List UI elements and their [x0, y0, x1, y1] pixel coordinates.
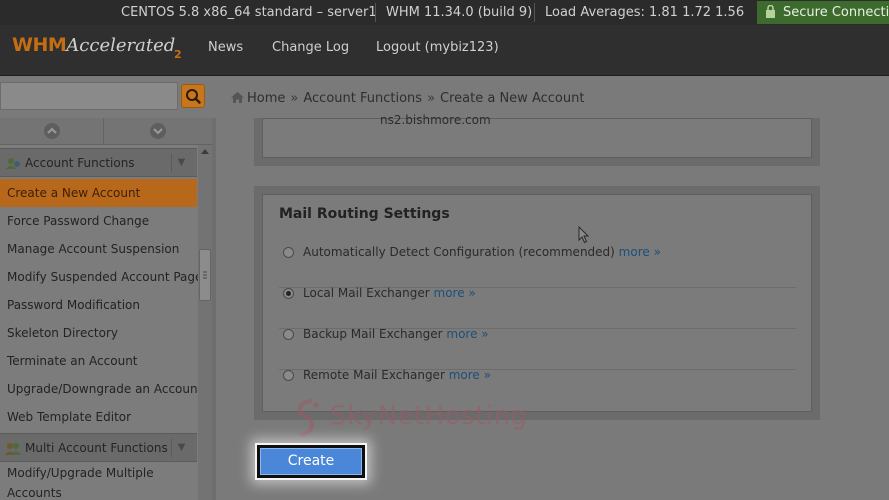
- sidebar-scroll-controls: [0, 118, 212, 145]
- mouse-cursor-icon: [578, 226, 590, 244]
- sidebar-section-label: Account Functions: [25, 156, 135, 170]
- sidebar-item-skeleton-directory[interactable]: Skeleton Directory: [0, 319, 197, 347]
- mail-option-label: Local Mail Exchanger: [303, 286, 430, 300]
- watermark-text: SkyNetHosting: [330, 401, 528, 431]
- breadcrumb-account-functions-link[interactable]: Account Functions: [303, 91, 422, 106]
- breadcrumb-separator: »: [427, 91, 436, 106]
- sidebar-section-account-functions[interactable]: Account Functions ▼: [0, 148, 197, 177]
- sidebar-section-multi-account-functions[interactable]: Multi Account Functions ▼: [0, 433, 197, 462]
- sidebar-scroll-down-button[interactable]: [105, 118, 212, 145]
- sidebar-scrollbar[interactable]: [198, 145, 212, 500]
- sidebar-item-upgrade-downgrade-account[interactable]: Upgrade/Downgrade an Account: [0, 375, 202, 403]
- chevron-up-icon: [44, 123, 60, 139]
- divider: [375, 3, 376, 22]
- divider: [534, 3, 535, 22]
- watermark: SkyNetHosting: [290, 397, 527, 439]
- mail-option-backup[interactable]: Backup Mail Exchanger more »: [279, 327, 796, 370]
- sidebar-item-modify-upgrade-multiple[interactable]: Modify/Upgrade Multiple: [0, 464, 197, 482]
- sidebar-item-force-password-change[interactable]: Force Password Change: [0, 207, 197, 235]
- nameservers-panel-inner: [262, 118, 812, 158]
- sidebar: Account Functions ▼ Create a New Account…: [0, 118, 212, 500]
- whm-logo[interactable]: WHMAccelerated 2: [12, 34, 182, 68]
- logo-version: 2: [174, 48, 182, 61]
- sidebar-scroll-up-button[interactable]: [0, 118, 104, 145]
- breadcrumb: Home » Account Functions » Create a New Acco…: [231, 91, 584, 106]
- nav-news-link[interactable]: News: [208, 40, 243, 55]
- search-input[interactable]: [0, 82, 178, 110]
- scroll-up-arrow-icon[interactable]: [201, 149, 209, 154]
- create-button-highlight: Create: [255, 443, 367, 480]
- breadcrumb-separator: »: [290, 91, 299, 106]
- lock-icon: [766, 5, 775, 18]
- mail-option-auto-detect[interactable]: Automatically Detect Configuration (reco…: [279, 245, 796, 288]
- sidebar-item-terminate-account[interactable]: Terminate an Account: [0, 347, 197, 375]
- search-button[interactable]: [181, 84, 205, 108]
- more-link[interactable]: more »: [434, 286, 476, 300]
- whm-version: WHM 11.34.0 (build 9): [386, 5, 533, 20]
- search-icon: [186, 89, 201, 104]
- load-averages: Load Averages: 1.81 1.72 1.56: [545, 5, 745, 20]
- nav-change-log-link[interactable]: Change Log: [272, 40, 349, 55]
- radio-remote-mail-exchanger[interactable]: [283, 370, 294, 381]
- sidebar-item-modify-suspended-account-page[interactable]: Modify Suspended Account Page: [0, 263, 202, 291]
- nav-logout-link[interactable]: Logout (mybiz123): [376, 40, 499, 55]
- mail-option-local[interactable]: Local Mail Exchanger more »: [279, 286, 796, 329]
- sidebar-item-accounts[interactable]: Accounts: [0, 485, 197, 500]
- breadcrumb-home-link[interactable]: Home: [247, 91, 285, 106]
- sidebar-section-label: Multi Account Functions: [25, 441, 168, 455]
- sidebar-item-password-modification[interactable]: Password Modification: [0, 291, 197, 319]
- nameserver-2-value: ns2.bishmore.com: [380, 113, 491, 127]
- status-bar: CENTOS 5.8 x86_64 standard – server1 WHM…: [0, 0, 889, 25]
- server-info: CENTOS 5.8 x86_64 standard – server1: [121, 5, 377, 20]
- radio-local-mail-exchanger[interactable]: [283, 288, 294, 299]
- more-link[interactable]: more »: [446, 327, 488, 341]
- more-link[interactable]: more »: [619, 245, 661, 259]
- multi-account-icon: [5, 443, 21, 455]
- home-icon[interactable]: [231, 92, 244, 103]
- breadcrumb-current: Create a New Account: [440, 91, 585, 106]
- sidebar-item-web-template-editor[interactable]: Web Template Editor: [0, 403, 197, 431]
- watermark-logo-icon: [297, 399, 319, 437]
- mail-option-label: Backup Mail Exchanger: [303, 327, 443, 341]
- logo-accelerated-text: Accelerated: [66, 35, 176, 56]
- sidebar-item-manage-account-suspension[interactable]: Manage Account Suspension: [0, 235, 197, 263]
- chevron-down-icon[interactable]: ▼: [171, 439, 191, 457]
- logo-whm-text: WHM: [12, 34, 67, 56]
- chevron-down-icon: [150, 123, 166, 139]
- radio-backup-mail-exchanger[interactable]: [283, 329, 294, 340]
- secure-connection-badge: Secure Connection: [757, 1, 889, 24]
- account-functions-icon: [6, 158, 20, 169]
- more-link[interactable]: more »: [449, 368, 491, 382]
- mail-routing-title: Mail Routing Settings: [279, 206, 450, 222]
- chevron-down-icon[interactable]: ▼: [171, 154, 191, 172]
- mail-option-label: Remote Mail Exchanger: [303, 368, 445, 382]
- sidebar-item-create-new-account[interactable]: Create a New Account: [0, 179, 197, 207]
- secure-connection-label: Secure Connection: [783, 5, 889, 20]
- mail-option-label: Automatically Detect Configuration (reco…: [303, 245, 615, 259]
- sidebar-scrollbar-thumb[interactable]: [199, 249, 211, 301]
- radio-auto-detect[interactable]: [283, 247, 294, 258]
- create-button[interactable]: Create: [260, 448, 362, 475]
- header: WHMAccelerated 2 News Change Log Logout …: [0, 25, 889, 76]
